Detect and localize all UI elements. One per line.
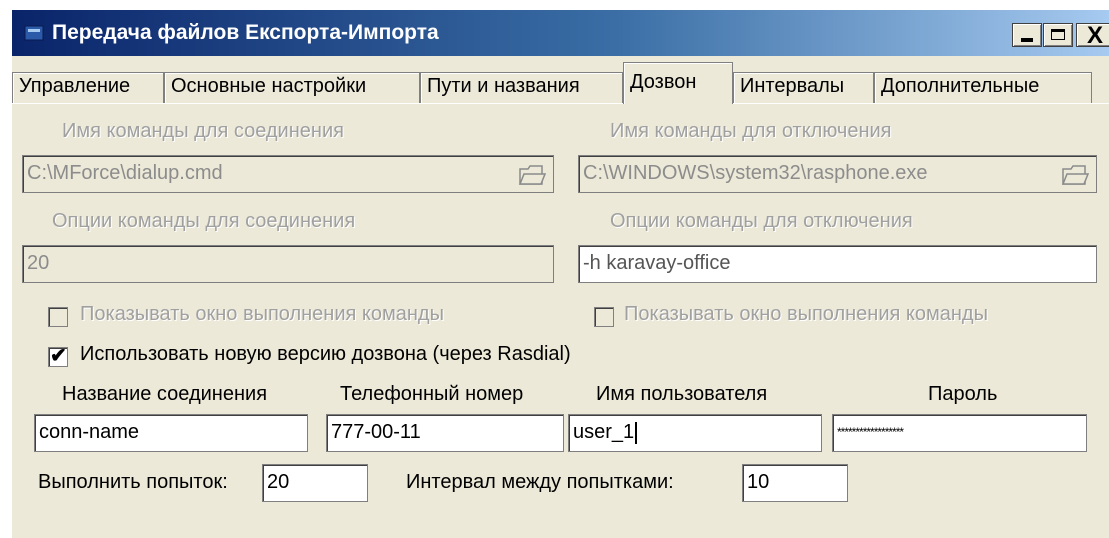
tab-strip: Управление Основные настройки Пути и наз…: [12, 62, 1109, 104]
rasdial-label: Использовать новую версию дозвона (через…: [80, 343, 571, 365]
user-label: Имя пользователя: [596, 383, 768, 405]
interval-label: Интервал между попытками:: [406, 471, 674, 493]
disconnect-opts-label: Опции команды для отключения: [610, 210, 913, 232]
connect-opts-field: 20: [22, 245, 554, 283]
close-button[interactable]: X: [1076, 22, 1109, 49]
phone-value: 777-00-11: [331, 421, 421, 443]
folder-open-icon[interactable]: [1060, 160, 1090, 188]
folder-open-icon[interactable]: [517, 160, 547, 188]
tab-management[interactable]: Управление: [12, 72, 164, 104]
window-title: Передача файлов Експорта-Импорта: [52, 21, 439, 44]
connect-cmd-field: C:\MForce\dialup.cmd: [22, 155, 554, 193]
minimize-icon: [1021, 38, 1033, 42]
disconnect-show-window-label: Показывать окно выполнения команды: [624, 303, 988, 325]
connect-opts-value: 20: [27, 252, 50, 274]
title-bar[interactable]: Передача файлов Експорта-Импорта X: [12, 10, 1109, 56]
maximize-icon: [1051, 29, 1065, 40]
interval-input[interactable]: 10: [742, 464, 848, 502]
interval-value: 10: [747, 471, 770, 493]
minimize-button[interactable]: [1012, 23, 1042, 47]
connect-opts-label: Опции команды для соединения: [52, 210, 356, 232]
disconnect-show-window-checkbox: [594, 307, 614, 327]
text-caret: [635, 421, 638, 444]
tab-paths-names[interactable]: Пути и названия: [420, 72, 623, 104]
conn-name-value: conn-name: [39, 421, 140, 443]
disconnect-opts-field[interactable]: -h karavay-office: [578, 245, 1097, 283]
tab-intervals[interactable]: Интервалы: [733, 72, 874, 104]
password-input[interactable]: ******************: [832, 414, 1087, 452]
attempts-value: 20: [267, 471, 290, 493]
phone-input[interactable]: 777-00-11: [326, 414, 564, 452]
connect-cmd-value: C:\MForce\dialup.cmd: [27, 162, 223, 184]
attempts-input[interactable]: 20: [262, 464, 368, 502]
app-icon: [24, 25, 44, 41]
tab-dialup[interactable]: Дозвон: [623, 62, 733, 104]
disconnect-cmd-value: C:\WINDOWS\system32\rasphone.exe: [583, 162, 928, 184]
phone-label: Телефонный номер: [340, 383, 524, 405]
rasdial-checkbox[interactable]: ✔: [48, 345, 68, 367]
connect-show-window-checkbox: [48, 307, 68, 327]
attempts-label: Выполнить попыток:: [38, 471, 228, 493]
conn-name-input[interactable]: conn-name: [34, 414, 308, 452]
close-icon: X: [1087, 22, 1104, 49]
disconnect-opts-value: -h karavay-office: [583, 252, 731, 274]
connect-cmd-label: Имя команды для соединения: [62, 120, 344, 142]
user-input[interactable]: user_1: [568, 414, 822, 452]
tab-additional[interactable]: Дополнительные: [874, 72, 1092, 104]
password-label: Пароль: [928, 383, 998, 405]
tab-divider: [12, 103, 1109, 104]
user-value: user_1: [573, 421, 635, 443]
password-value: ******************: [837, 425, 904, 439]
tab-main-settings[interactable]: Основные настройки: [164, 72, 420, 104]
connect-show-window-label: Показывать окно выполнения команды: [80, 303, 444, 325]
maximize-button[interactable]: [1043, 23, 1073, 47]
conn-name-label: Название соединения: [62, 383, 268, 405]
export-import-window: Передача файлов Експорта-Импорта X Управ…: [12, 10, 1109, 538]
disconnect-cmd-field: C:\WINDOWS\system32\rasphone.exe: [578, 155, 1097, 193]
checkmark-icon: ✔: [50, 345, 67, 367]
disconnect-cmd-label: Имя команды для отключения: [610, 120, 892, 142]
